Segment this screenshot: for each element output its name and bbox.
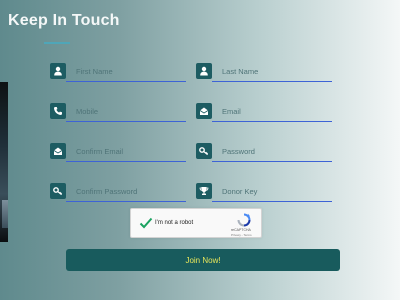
- user-icon: [196, 63, 212, 79]
- envelope-open-icon: [50, 143, 66, 159]
- mobile-field: [50, 102, 186, 122]
- password-input[interactable]: [212, 142, 332, 162]
- recaptcha-logo-icon: [237, 213, 251, 227]
- password-field: [196, 142, 332, 162]
- key-icon: [50, 183, 66, 199]
- recaptcha-widget: I'm not a robot reCAPTCHA Privacy - Term…: [130, 208, 262, 238]
- donor-key-field: [196, 182, 332, 202]
- phone-icon: [50, 103, 66, 119]
- last-name-field: [196, 62, 332, 82]
- confirm-password-input[interactable]: [66, 182, 186, 202]
- side-photo: [0, 82, 8, 242]
- title-underline: [44, 42, 70, 44]
- user-icon: [50, 63, 66, 79]
- first-name-field: [50, 62, 186, 82]
- join-now-button[interactable]: Join Now!: [66, 249, 340, 271]
- recaptcha-brand: reCAPTCHA: [231, 228, 251, 232]
- email-input[interactable]: [212, 102, 332, 122]
- section-title: Keep In Touch: [8, 12, 120, 29]
- key-icon: [196, 143, 212, 159]
- captcha-label: I'm not a robot: [155, 220, 194, 226]
- first-name-input[interactable]: [66, 62, 186, 82]
- confirm-email-input[interactable]: [66, 142, 186, 162]
- mobile-input[interactable]: [66, 102, 186, 122]
- envelope-open-icon: [196, 103, 212, 119]
- donor-key-input[interactable]: [212, 182, 332, 202]
- confirm-email-field: [50, 142, 186, 162]
- captcha-checkbox[interactable]: [139, 216, 153, 230]
- last-name-input[interactable]: [212, 62, 332, 82]
- recaptcha-privacy-terms[interactable]: Privacy - Terms: [231, 233, 252, 237]
- email-field: [196, 102, 332, 122]
- confirm-password-field: [50, 182, 186, 202]
- checkmark-icon: [139, 217, 153, 229]
- trophy-icon: [196, 183, 212, 199]
